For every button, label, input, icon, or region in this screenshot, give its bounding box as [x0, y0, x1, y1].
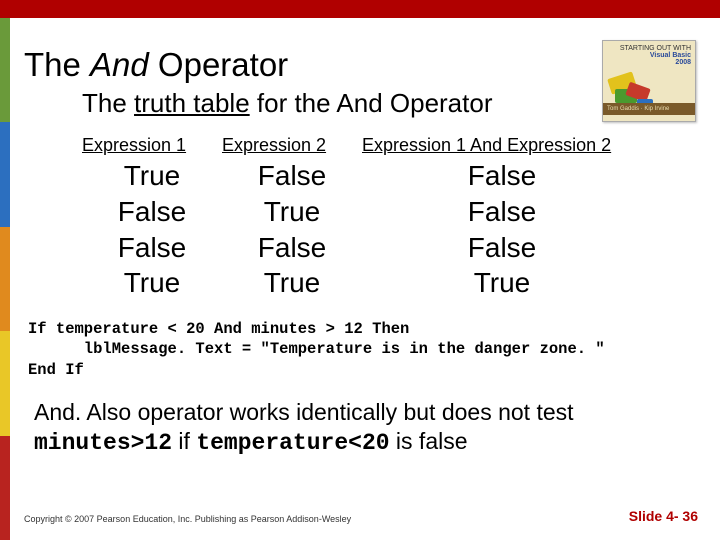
- code-sample: If temperature < 20 And minutes > 12 The…: [28, 319, 698, 379]
- table-cell: True: [82, 158, 222, 194]
- copyright-text: Copyright © 2007 Pearson Education, Inc.…: [24, 514, 351, 524]
- slide-footer: Copyright © 2007 Pearson Education, Inc.…: [24, 508, 698, 524]
- slide-number: Slide 4- 36: [629, 508, 698, 524]
- table-header: Expression 1 And Expression 2: [362, 135, 642, 158]
- slide-title: The And Operator: [24, 46, 698, 84]
- truth-table: Expression 1 Expression 2 Expression 1 A…: [82, 135, 698, 301]
- slide-subtitle: The truth table for the And Operator: [82, 88, 698, 119]
- table-cell: False: [82, 230, 222, 266]
- table-cell: False: [222, 158, 362, 194]
- left-color-stripe: [0, 18, 10, 540]
- table-cell: False: [362, 158, 642, 194]
- slide-content: The And Operator The truth table for the…: [24, 46, 698, 459]
- table-header: Expression 1: [82, 135, 222, 158]
- table-cell: True: [82, 265, 222, 301]
- andalso-paragraph: And. Also operator works identically but…: [34, 398, 688, 459]
- top-red-bar: [0, 0, 720, 18]
- table-cell: True: [222, 265, 362, 301]
- table-cell: True: [362, 265, 642, 301]
- table-header: Expression 2: [222, 135, 362, 158]
- table-cell: True: [222, 194, 362, 230]
- table-cell: False: [222, 230, 362, 266]
- table-cell: False: [362, 194, 642, 230]
- table-cell: False: [82, 194, 222, 230]
- table-cell: False: [362, 230, 642, 266]
